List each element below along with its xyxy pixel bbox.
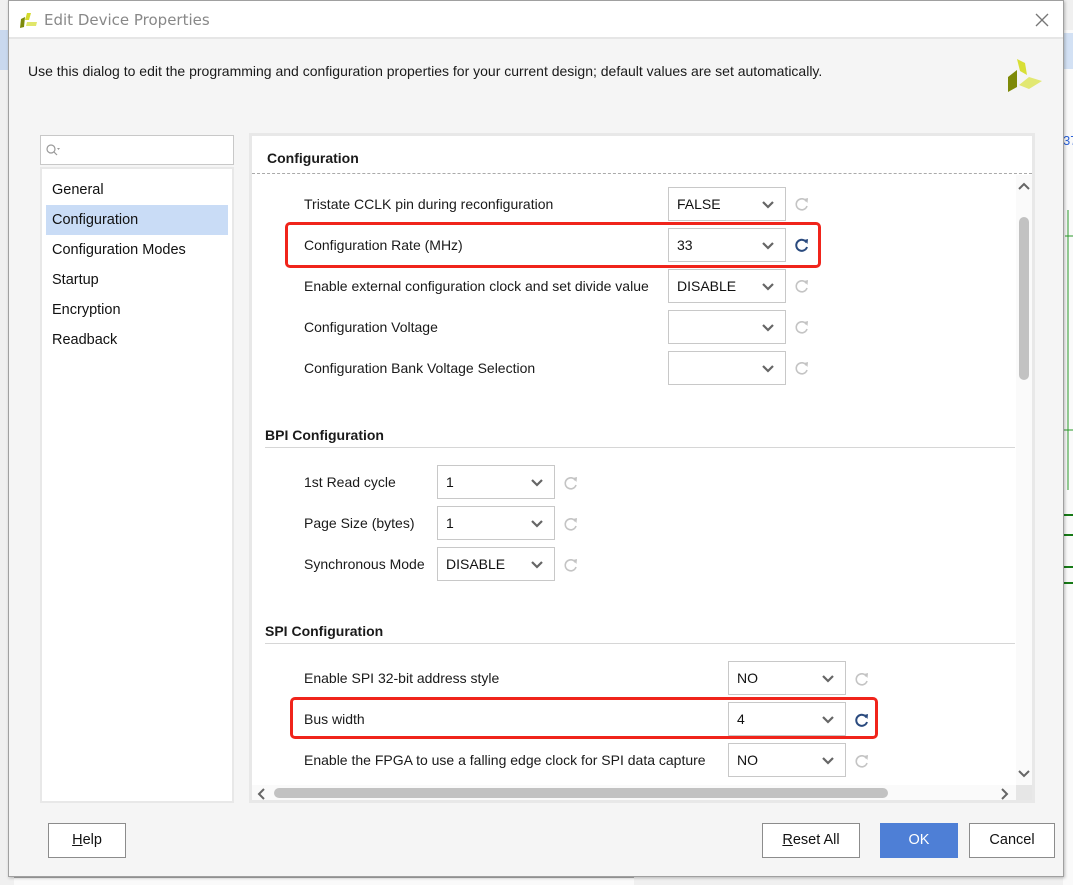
dropdown-value: DISABLE xyxy=(446,556,506,572)
external-config-clock-dropdown[interactable]: DISABLE xyxy=(668,269,786,303)
search-input[interactable] xyxy=(40,135,234,165)
property-label: Synchronous Mode xyxy=(304,556,425,572)
vertical-scrollbar[interactable] xyxy=(1016,175,1032,785)
scroll-up-icon[interactable] xyxy=(1018,181,1030,191)
nav-item-encryption[interactable]: Encryption xyxy=(46,295,228,325)
search-icon xyxy=(46,144,60,156)
dropdown-value: FALSE xyxy=(677,196,721,212)
reset-icon[interactable] xyxy=(854,753,870,769)
bpi-section-title: BPI Configuration xyxy=(265,427,384,443)
reset-icon[interactable] xyxy=(794,360,810,376)
nav-item-configuration-modes[interactable]: Configuration Modes xyxy=(46,235,228,265)
first-read-cycle-dropdown[interactable]: 1 xyxy=(437,465,555,499)
chevron-down-icon xyxy=(762,365,774,373)
property-label: Configuration Bank Voltage Selection xyxy=(304,360,536,376)
reset-icon[interactable] xyxy=(854,671,870,687)
background-text: 37 xyxy=(1063,133,1073,148)
cancel-button[interactable]: Cancel xyxy=(969,823,1055,858)
chevron-down-icon xyxy=(822,757,834,765)
highlight-box xyxy=(285,222,821,268)
spi-section-title: SPI Configuration xyxy=(265,623,384,639)
nav-item-general[interactable]: General xyxy=(46,175,228,205)
property-label: Configuration Voltage xyxy=(304,319,438,335)
nav-item-startup[interactable]: Startup xyxy=(46,265,228,295)
tristate-cclk-dropdown[interactable]: FALSE xyxy=(668,187,786,221)
ok-button[interactable]: OK xyxy=(880,823,958,858)
brand-logo-icon xyxy=(1008,59,1042,92)
config-bank-voltage-dropdown[interactable] xyxy=(668,351,786,385)
scrollbar-corner xyxy=(1016,785,1032,800)
property-label: Enable the FPGA to use a falling edge cl… xyxy=(304,752,706,768)
category-list: General Configuration Configuration Mode… xyxy=(40,167,234,803)
properties-content: Tristate CCLK pin during reconfiguration… xyxy=(252,175,1016,785)
close-icon[interactable] xyxy=(1031,9,1053,31)
panel-header: Configuration xyxy=(252,136,1032,174)
scroll-down-icon[interactable] xyxy=(1018,769,1030,779)
background-panel xyxy=(14,877,634,885)
mnemonic: H xyxy=(72,832,83,848)
spi-falling-edge-dropdown[interactable]: NO xyxy=(728,743,846,777)
dropdown-value: 1 xyxy=(446,515,454,531)
reset-icon[interactable] xyxy=(794,278,810,294)
app-logo-icon xyxy=(20,13,37,28)
properties-panel: Configuration Tristate CCLK pin during r… xyxy=(249,133,1035,803)
chevron-down-icon xyxy=(762,283,774,291)
spi-32bit-address-dropdown[interactable]: NO xyxy=(728,661,846,695)
scroll-left-icon[interactable] xyxy=(256,788,266,800)
scrollbar-thumb[interactable] xyxy=(274,788,888,798)
window-title: Edit Device Properties xyxy=(44,11,210,29)
dropdown-value: NO xyxy=(737,752,758,768)
horizontal-scrollbar[interactable] xyxy=(252,785,1016,800)
section-divider xyxy=(265,643,1015,644)
reset-icon[interactable] xyxy=(563,475,579,491)
edit-device-properties-dialog: Edit Device Properties Use this dialog t… xyxy=(8,0,1064,877)
background-panel xyxy=(1063,33,1073,69)
configuration-voltage-dropdown[interactable] xyxy=(668,310,786,344)
property-label: Enable external configuration clock and … xyxy=(304,278,649,294)
scroll-right-icon[interactable] xyxy=(1000,788,1010,800)
chevron-down-icon xyxy=(531,479,543,487)
property-label: Page Size (bytes) xyxy=(304,515,415,531)
nav-item-configuration[interactable]: Configuration xyxy=(46,205,228,235)
reset-icon[interactable] xyxy=(794,319,810,335)
dialog-description: Use this dialog to edit the programming … xyxy=(28,63,823,79)
dropdown-value: NO xyxy=(737,670,758,686)
chevron-down-icon xyxy=(822,675,834,683)
background-panel xyxy=(1063,30,1073,885)
button-label: elp xyxy=(82,832,102,848)
section-divider xyxy=(265,447,1015,448)
dropdown-value: DISABLE xyxy=(677,278,737,294)
chevron-down-icon xyxy=(531,520,543,528)
property-label: 1st Read cycle xyxy=(304,474,396,490)
property-label: Enable SPI 32-bit address style xyxy=(304,670,500,686)
page-size-dropdown[interactable]: 1 xyxy=(437,506,555,540)
reset-icon[interactable] xyxy=(794,196,810,212)
chevron-down-icon xyxy=(531,561,543,569)
dropdown-value: 1 xyxy=(446,474,454,490)
reset-icon[interactable] xyxy=(563,516,579,532)
nav-item-readback[interactable]: Readback xyxy=(46,325,228,355)
property-label: Tristate CCLK pin during reconfiguration xyxy=(304,196,554,212)
panel-title: Configuration xyxy=(267,150,359,166)
scrollbar-thumb[interactable] xyxy=(1019,217,1029,380)
synchronous-mode-dropdown[interactable]: DISABLE xyxy=(437,547,555,581)
chevron-down-icon xyxy=(762,201,774,209)
reset-all-button[interactable]: Reset All xyxy=(762,823,860,858)
button-label: eset All xyxy=(792,832,840,848)
highlight-box xyxy=(290,697,878,739)
help-button[interactable]: Help xyxy=(48,823,126,858)
title-bar: Edit Device Properties xyxy=(9,1,1063,39)
chevron-down-icon xyxy=(762,324,774,332)
mnemonic: R xyxy=(782,832,793,848)
reset-icon[interactable] xyxy=(563,557,579,573)
